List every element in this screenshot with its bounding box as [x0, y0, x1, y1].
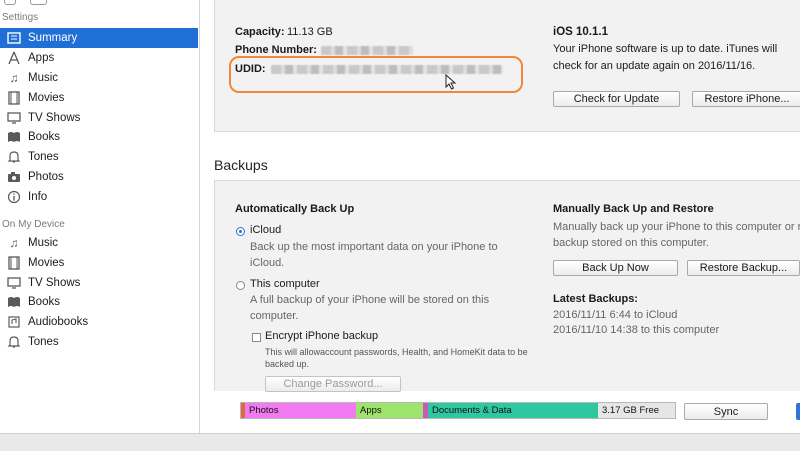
bell-icon: [6, 335, 22, 349]
sidebar-top-edge: [0, 0, 199, 5]
sidebar-item-label: Music: [28, 72, 59, 84]
sidebar-item-label: Apps: [28, 52, 55, 64]
sidebar: Settings Summary Apps ♫ Music Movies TV …: [0, 0, 200, 433]
sidebar-item-device-tones[interactable]: Tones: [0, 332, 198, 352]
mouse-cursor-icon: [445, 74, 457, 90]
sync-button[interactable]: Sync: [684, 403, 768, 420]
backups-heading: Backups: [214, 157, 268, 173]
storage-segment-documents: Documents & Data: [428, 403, 598, 418]
sidebar-item-label: Info: [28, 191, 48, 203]
sidebar-item-label: Movies: [28, 92, 65, 104]
music-note-icon: ♫: [9, 236, 19, 250]
sidebar-section-settings: Settings: [2, 12, 39, 23]
camera-icon: [6, 170, 22, 184]
sidebar-item-tones[interactable]: Tones: [0, 147, 198, 167]
sidebar-item-photos[interactable]: Photos: [0, 167, 198, 187]
phone-number-redacted: [321, 46, 413, 55]
encrypt-description-line2: backed up.: [265, 359, 310, 369]
toolbar-stub: [4, 0, 16, 5]
sidebar-item-label: Audiobooks: [28, 316, 89, 328]
tv-icon: [6, 111, 22, 125]
encrypt-backup-checkbox[interactable]: [252, 333, 261, 342]
sidebar-item-label: TV Shows: [28, 277, 81, 289]
computer-description-line1: A full backup of your iPhone will be sto…: [250, 294, 490, 306]
sidebar-item-apps[interactable]: Apps: [0, 48, 198, 68]
sidebar-item-label: Summary: [28, 32, 78, 44]
book-icon: [6, 130, 22, 144]
toolbar-stub: [30, 0, 47, 5]
sidebar-item-device-music[interactable]: ♫ Music: [0, 233, 198, 253]
sidebar-section-on-my-device: On My Device: [2, 219, 65, 230]
manual-description-line2: backup stored on this computer.: [553, 237, 709, 249]
sidebar-item-device-movies[interactable]: Movies: [0, 253, 198, 273]
capacity-label: Capacity:: [235, 26, 285, 38]
udid-highlight-box: [229, 56, 523, 93]
icloud-label[interactable]: iCloud: [250, 224, 281, 236]
sidebar-item-label: Music: [28, 237, 59, 249]
info-icon: [6, 190, 22, 204]
check-for-update-button[interactable]: Check for Update: [553, 91, 680, 107]
sidebar-item-summary[interactable]: Summary: [0, 28, 198, 48]
auto-backup-heading: Automatically Back Up: [235, 203, 355, 215]
manual-backup-heading: Manually Back Up and Restore: [553, 203, 714, 215]
book-icon: [6, 295, 22, 309]
summary-icon: [6, 31, 22, 45]
sidebar-item-info[interactable]: Info: [0, 187, 198, 207]
sidebar-item-label: TV Shows: [28, 112, 81, 124]
tv-icon: [6, 276, 22, 290]
window-bottom-bar: [0, 433, 800, 451]
sidebar-item-books[interactable]: Books: [0, 127, 198, 147]
latest-backups-heading: Latest Backups:: [553, 293, 638, 305]
computer-description-line2: computer.: [250, 310, 299, 322]
this-computer-radio[interactable]: [236, 281, 245, 290]
storage-capacity-bar: Photos Apps Documents & Data 3.17 GB Fre…: [240, 402, 676, 419]
apps-icon: [6, 51, 22, 65]
back-up-now-button[interactable]: Back Up Now: [553, 260, 678, 276]
latest-backup-computer: 2016/11/10 14:38 to this computer: [553, 324, 720, 336]
music-note-icon: ♫: [9, 71, 19, 85]
sidebar-item-tv-shows[interactable]: TV Shows: [0, 108, 198, 128]
ios-version: iOS 10.1.1: [553, 26, 608, 38]
ios-status-line2: check for an update again on 2016/11/16.: [553, 60, 756, 72]
sidebar-item-device-audiobooks[interactable]: Audiobooks: [0, 312, 198, 332]
backups-panel: Automatically Back Up iCloud Back up the…: [214, 180, 800, 392]
bell-icon: [6, 150, 22, 164]
ios-status-line1: Your iPhone software is up to date. iTun…: [553, 43, 778, 55]
sidebar-item-music[interactable]: ♫ Music: [0, 68, 198, 88]
sidebar-item-label: Books: [28, 296, 60, 308]
phone-number-label: Phone Number:: [235, 44, 317, 56]
icloud-description-line1: Back up the most important data on your …: [250, 241, 498, 253]
capacity-value: 11.13 GB: [287, 26, 333, 38]
storage-free-label: 3.17 GB Free: [598, 403, 675, 418]
sidebar-item-label: Tones: [28, 336, 59, 348]
manual-description-line1: Manually back up your iPhone to this com…: [553, 221, 800, 233]
latest-backup-icloud: 2016/11/11 6:44 to iCloud: [553, 309, 678, 321]
film-icon: [6, 91, 22, 105]
summary-panel: Capacity: 11.13 GB Phone Number: UDID: i…: [214, 0, 800, 132]
restore-backup-button[interactable]: Restore Backup...: [687, 260, 800, 276]
sidebar-item-label: Movies: [28, 257, 65, 269]
film-icon: [6, 256, 22, 270]
icloud-description-line2: iCloud.: [250, 257, 285, 269]
restore-iphone-button[interactable]: Restore iPhone...: [692, 91, 800, 107]
encrypt-backup-label[interactable]: Encrypt iPhone backup: [265, 330, 378, 342]
change-password-button[interactable]: Change Password...: [265, 376, 401, 392]
sidebar-item-label: Photos: [28, 171, 64, 183]
sidebar-item-device-tv-shows[interactable]: TV Shows: [0, 273, 198, 293]
audiobook-icon: [6, 315, 22, 329]
sidebar-item-label: Tones: [28, 151, 59, 163]
main-content: Capacity: 11.13 GB Phone Number: UDID: i…: [200, 0, 800, 433]
apply-button-edge[interactable]: [796, 403, 800, 420]
storage-segment-photos: Photos: [245, 403, 356, 418]
encrypt-description-line1: This will allowaccount passwords, Health…: [265, 347, 528, 357]
sidebar-item-label: Books: [28, 131, 60, 143]
this-computer-label[interactable]: This computer: [250, 278, 320, 290]
storage-segment-apps: Apps: [356, 403, 423, 418]
icloud-radio[interactable]: [236, 227, 245, 236]
sidebar-item-movies[interactable]: Movies: [0, 88, 198, 108]
sidebar-item-device-books[interactable]: Books: [0, 292, 198, 312]
